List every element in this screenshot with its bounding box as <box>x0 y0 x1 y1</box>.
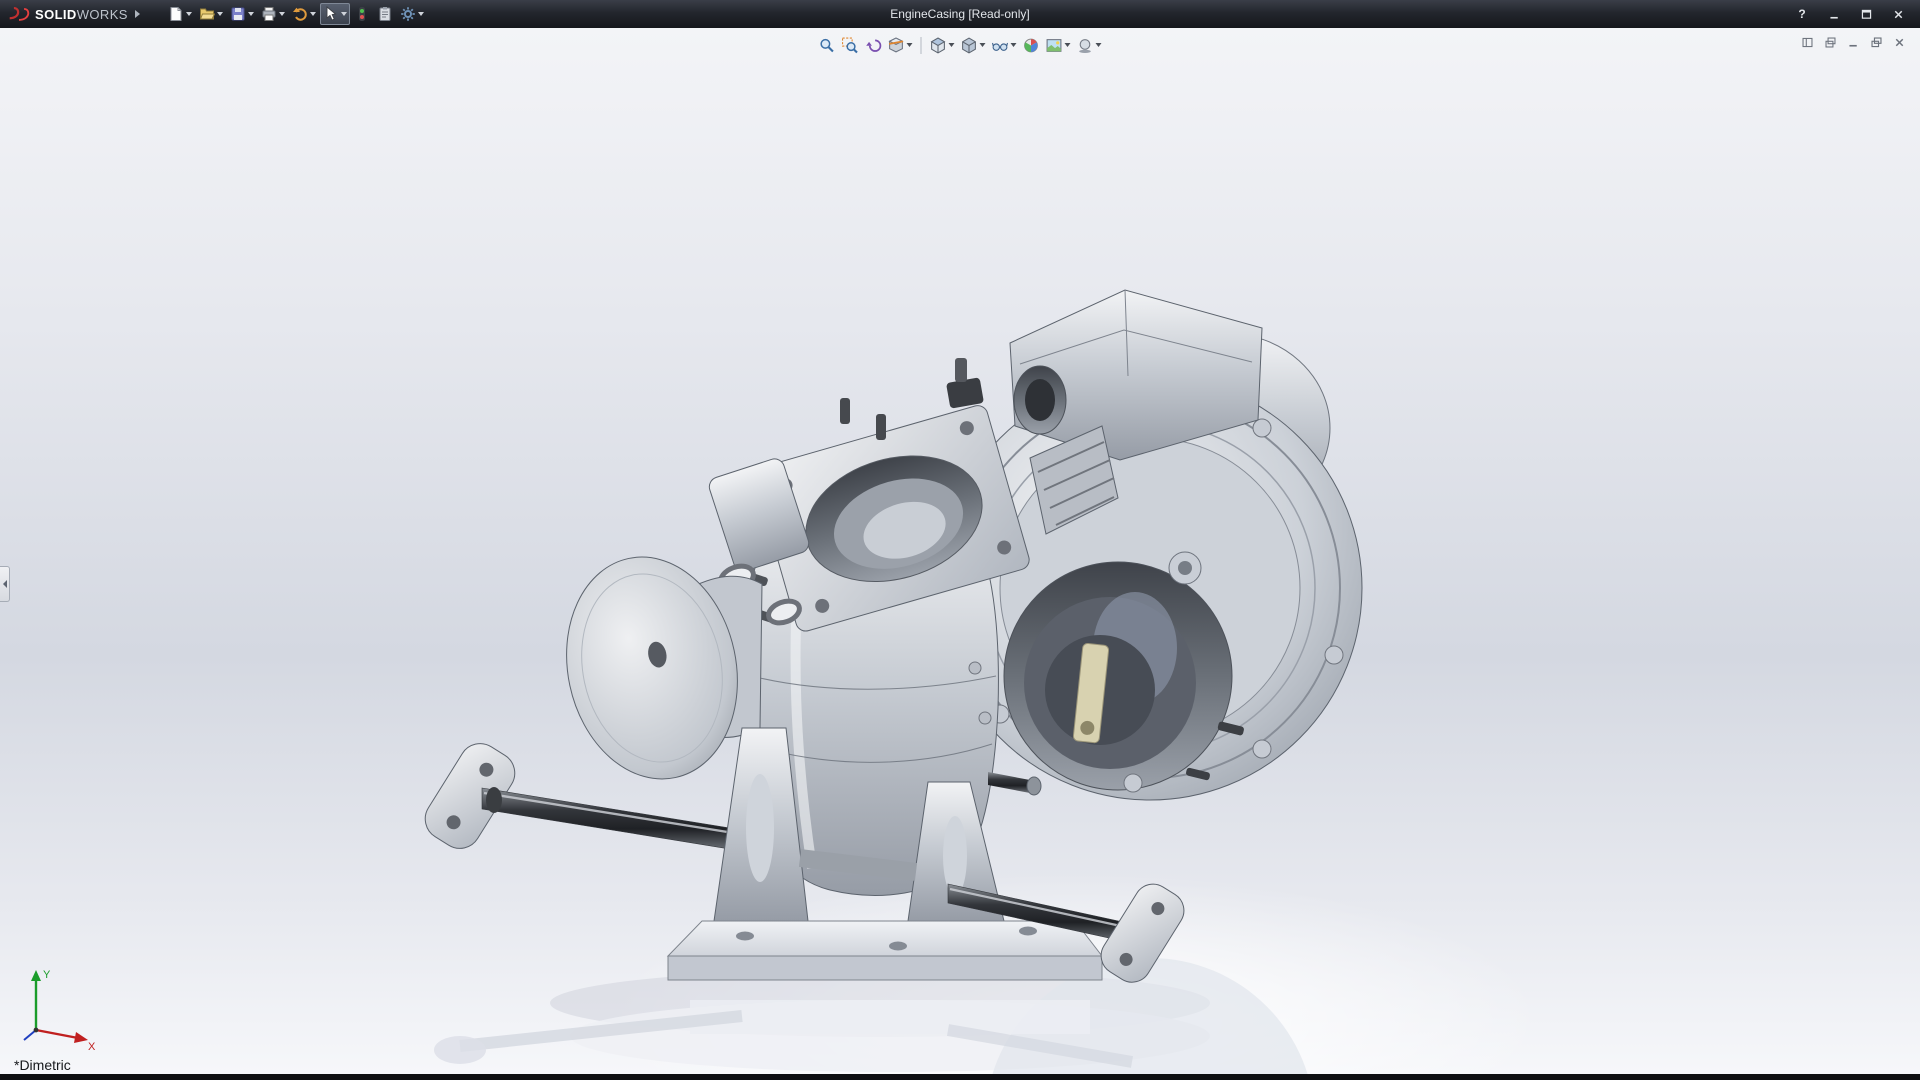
new-document-button[interactable] <box>165 3 195 25</box>
hide-show-items-icon <box>992 37 1009 54</box>
edit-appearance-icon <box>1023 37 1040 54</box>
zoom-to-fit-button[interactable] <box>817 34 838 56</box>
base-plate[interactable] <box>666 920 1104 981</box>
maximize-button[interactable] <box>1854 5 1878 23</box>
print-icon <box>261 6 277 22</box>
taskbar-strip <box>0 1074 1920 1080</box>
close-icon <box>1892 8 1905 21</box>
minimize-icon <box>1828 8 1841 21</box>
section-view-button[interactable] <box>886 34 915 56</box>
main-toolbar <box>165 3 427 25</box>
rebuild-button[interactable] <box>351 3 373 25</box>
cascade-icon <box>1824 36 1837 49</box>
dropdown-caret-icon[interactable] <box>906 43 913 47</box>
dropdown-caret-icon[interactable] <box>1010 43 1017 47</box>
dropdown-caret-icon[interactable] <box>216 12 223 16</box>
new-document-icon <box>168 6 184 22</box>
brand-solid: SOLID <box>35 6 77 22</box>
triad-y-label: Y <box>43 969 51 981</box>
cascade-windows-button[interactable] <box>1821 34 1839 50</box>
zoom-to-area-button[interactable] <box>840 34 861 56</box>
open-button[interactable] <box>196 3 226 25</box>
file-properties-button[interactable] <box>374 3 396 25</box>
triad-x-label: X <box>88 1041 96 1052</box>
view-orientation-label: *Dimetric <box>14 1057 71 1073</box>
save-button[interactable] <box>227 3 257 25</box>
dropdown-caret-icon[interactable] <box>247 12 254 16</box>
close-button[interactable] <box>1886 5 1910 23</box>
undo-button[interactable] <box>289 3 319 25</box>
select-cursor-icon <box>323 6 339 22</box>
dropdown-caret-icon[interactable] <box>948 43 955 47</box>
rebuild-icon <box>354 6 370 22</box>
brand-text: SOLIDWORKS <box>35 7 128 22</box>
options-icon <box>400 6 416 22</box>
view-settings-icon <box>1077 37 1094 54</box>
dropdown-caret-icon[interactable] <box>1064 43 1071 47</box>
clutch-cover-disc[interactable] <box>547 541 763 795</box>
options-button[interactable] <box>397 3 427 25</box>
doc-restore-button[interactable] <box>1867 34 1885 50</box>
section-view-icon <box>888 36 905 54</box>
apply-scene-button[interactable] <box>1044 34 1073 56</box>
dropdown-caret-icon[interactable] <box>417 12 424 16</box>
titlebar: SOLIDWORKS EngineCasing [Read-only] ? <box>0 0 1920 28</box>
feature-tree-collapse-handle[interactable] <box>0 566 10 602</box>
dropdown-caret-icon[interactable] <box>185 12 192 16</box>
view-orientation-button[interactable] <box>928 34 957 56</box>
display-style-icon <box>961 36 978 54</box>
document-title: EngineCasing [Read-only] <box>890 7 1030 21</box>
open-folder-icon <box>199 6 215 22</box>
edit-appearance-button[interactable] <box>1021 34 1042 56</box>
dropdown-caret-icon[interactable] <box>278 12 285 16</box>
minimize-icon <box>1847 36 1860 49</box>
view-orientation-icon <box>930 36 947 54</box>
save-icon <box>230 6 246 22</box>
front-bolt <box>988 772 1042 796</box>
previous-view-button[interactable] <box>863 34 884 56</box>
orientation-triad: Y X <box>23 969 96 1052</box>
display-style-button[interactable] <box>959 34 988 56</box>
apply-scene-icon <box>1046 37 1063 54</box>
help-button[interactable]: ? <box>1790 5 1814 23</box>
print-button[interactable] <box>258 3 288 25</box>
close-icon <box>1893 36 1906 49</box>
dropdown-caret-icon[interactable] <box>309 12 316 16</box>
zoom-fit-icon <box>819 37 836 54</box>
brand-works: WORKS <box>76 6 128 22</box>
dropdown-caret-icon[interactable] <box>1095 43 1102 47</box>
menu-expand-button[interactable] <box>135 6 145 22</box>
hide-show-items-button[interactable] <box>990 34 1019 56</box>
maximize-icon <box>1860 8 1873 21</box>
doc-minimize-button[interactable] <box>1844 34 1862 50</box>
zoom-area-icon <box>842 37 859 54</box>
doc-close-button[interactable] <box>1890 34 1908 50</box>
undo-icon <box>292 6 308 22</box>
engine-casing-model[interactable] <box>0 28 1920 1074</box>
minimize-button[interactable] <box>1822 5 1846 23</box>
headsup-view-toolbar <box>817 34 1104 56</box>
solidworks-brand: SOLIDWORKS <box>0 6 151 22</box>
graphics-viewport[interactable]: Y X *Dimetric <box>0 28 1920 1074</box>
solidworks-window: SOLIDWORKS EngineCasing [Read-only] ? Y … <box>0 0 1920 1080</box>
previous-view-icon <box>865 37 882 54</box>
select-button[interactable] <box>319 3 350 25</box>
show-feature-tree-button[interactable] <box>1798 34 1816 50</box>
file-properties-icon <box>377 6 393 22</box>
document-window-controls <box>1798 34 1908 50</box>
ds-logo-icon <box>9 6 30 21</box>
dropdown-caret-icon[interactable] <box>979 43 986 47</box>
window-controls: ? <box>1790 5 1920 23</box>
view-settings-button[interactable] <box>1075 34 1104 56</box>
toolbar-separator <box>920 36 922 54</box>
restore-icon <box>1870 36 1883 49</box>
dropdown-caret-icon[interactable] <box>340 12 347 16</box>
panel-icon <box>1801 36 1814 49</box>
